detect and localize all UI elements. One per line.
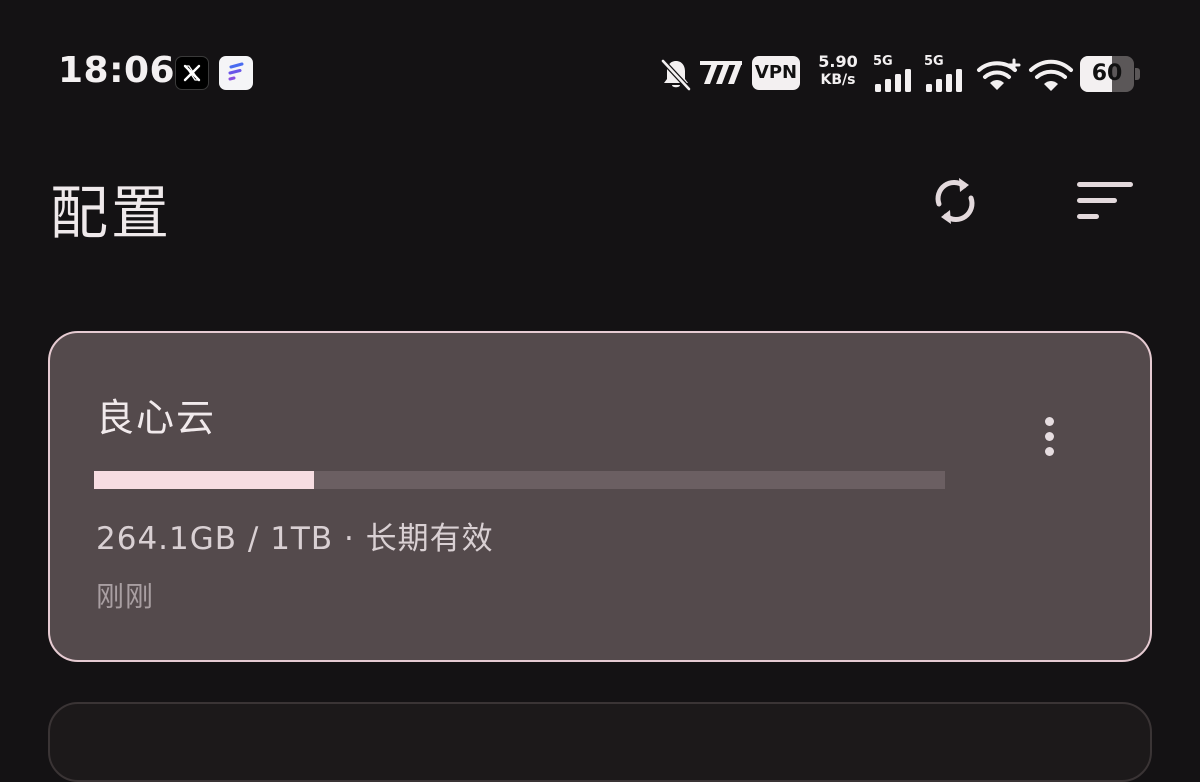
x-app-icon: [175, 56, 209, 90]
status-time: 18:06: [58, 50, 176, 91]
speed-value: 5.90: [818, 52, 858, 71]
wifi-plus-icon: [976, 58, 1022, 98]
usage-info: 264.1GB / 1TB · 长期有效: [96, 521, 494, 557]
more-options-button[interactable]: [1026, 411, 1072, 461]
wifi-icon: [1028, 58, 1074, 98]
vpn-badge: VPN: [752, 56, 800, 90]
network-speed: 5.90 KB/s: [813, 52, 863, 90]
sim1-network-type: 5G: [873, 54, 893, 69]
battery-indicator: 60: [1080, 56, 1140, 92]
speed-unit: KB/s: [820, 72, 856, 88]
bell-off-icon: [658, 56, 694, 96]
sim2-network-type: 5G: [924, 54, 944, 69]
sort-icon: [1077, 182, 1133, 219]
signal-icon: [873, 68, 915, 98]
usage-progress-fill: [94, 471, 314, 489]
last-updated: 刚刚: [96, 580, 155, 613]
more-vert-icon: [1044, 416, 1054, 426]
battery-level: 60: [1091, 61, 1123, 86]
carrier-icon: [698, 58, 744, 92]
profile-card[interactable]: 良心云 264.1GB / 1TB · 长期有效 刚刚: [48, 331, 1152, 662]
sync-icon: [935, 178, 975, 224]
refresh-button[interactable]: [920, 166, 990, 236]
usage-progress-bar: [94, 471, 945, 489]
sort-button[interactable]: [1070, 166, 1140, 236]
profile-card[interactable]: [48, 702, 1152, 782]
signal-icon: [924, 68, 966, 98]
status-bar: 18:06 VPN 5.90 KB/s 5G 5G 60: [0, 0, 1200, 150]
f-app-icon: [219, 56, 253, 90]
profile-name: 良心云: [96, 396, 217, 440]
page-title: 配置: [50, 179, 173, 247]
